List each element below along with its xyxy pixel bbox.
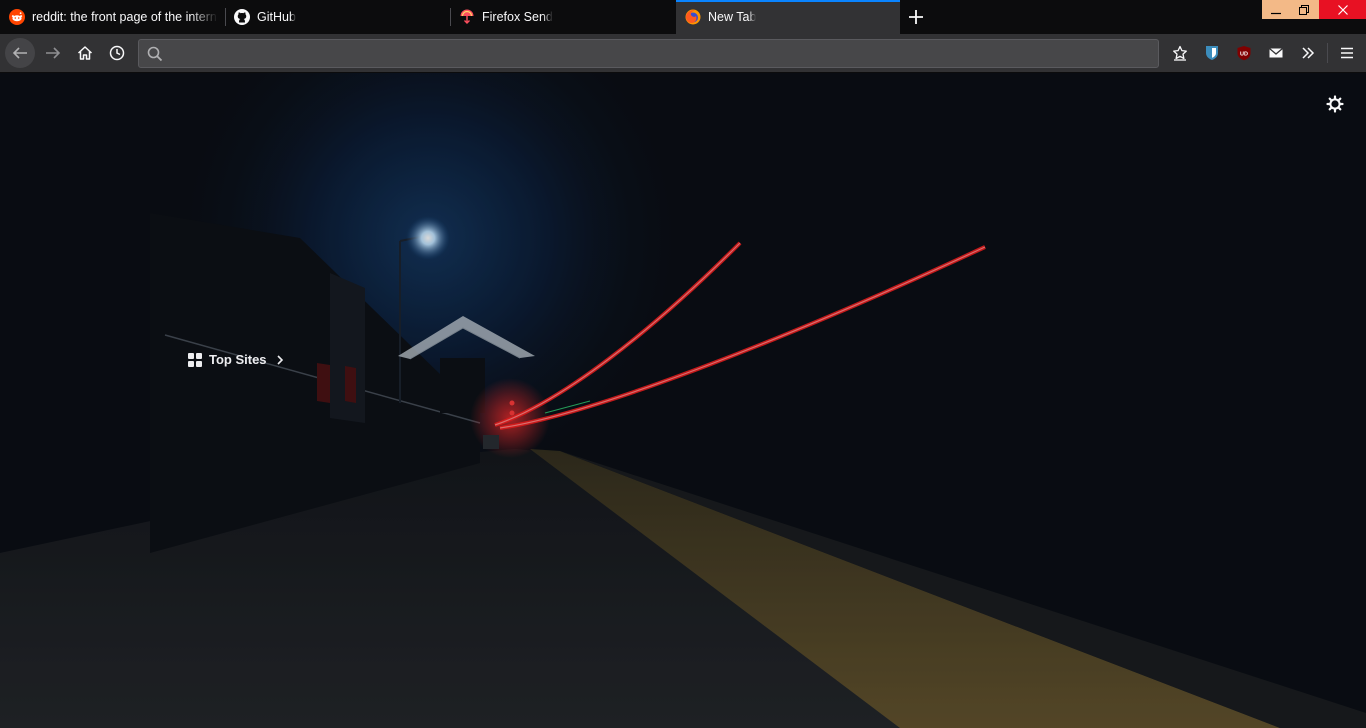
tab-title: New Tab	[708, 10, 757, 24]
tab-new-tab[interactable]: New Tab	[676, 0, 900, 34]
window-controls	[1262, 0, 1366, 19]
overflow-menu-button[interactable]	[1296, 41, 1320, 65]
plus-icon	[909, 10, 923, 24]
firefox-icon	[685, 9, 701, 25]
search-icon	[147, 46, 163, 67]
tab-title: Firefox Send	[482, 10, 553, 24]
svg-text:UD: UD	[1240, 52, 1248, 58]
bitwarden-icon	[1206, 46, 1218, 60]
chevron-right-icon	[276, 354, 283, 365]
close-icon	[1337, 4, 1348, 15]
navigation-toolbar: UD	[0, 34, 1366, 73]
hamburger-menu-icon	[1341, 47, 1353, 59]
gear-icon	[1326, 95, 1344, 113]
top-sites-label: Top Sites	[209, 352, 267, 367]
forward-arrow-icon	[46, 47, 61, 59]
restore-button[interactable]	[1289, 0, 1319, 19]
back-arrow-icon	[12, 47, 27, 59]
bookmarks-button[interactable]	[1168, 41, 1192, 65]
forward-button[interactable]	[38, 38, 68, 68]
tab-firefox-send[interactable]: Firefox Send	[451, 0, 675, 34]
minimize-button[interactable]	[1262, 0, 1289, 19]
restore-icon	[1299, 4, 1309, 15]
top-sites-section-toggle[interactable]: Top Sites	[188, 352, 284, 367]
top-sites-grid-icon	[188, 352, 202, 367]
home-icon	[77, 46, 93, 60]
ublock-origin-button[interactable]: UD	[1232, 41, 1256, 65]
bitwarden-button[interactable]	[1200, 41, 1224, 65]
reddit-icon	[9, 9, 25, 25]
main-menu-button[interactable]	[1335, 41, 1359, 65]
back-button[interactable]	[5, 38, 35, 68]
tab-reddit[interactable]: reddit: the front page of the internet	[0, 0, 224, 34]
bookmark-star-icon	[1173, 45, 1187, 61]
tab-title: GitHub	[257, 10, 296, 24]
tab-title: reddit: the front page of the internet	[32, 10, 218, 24]
url-bar[interactable]	[138, 39, 1159, 68]
tab-github[interactable]: GitHub	[226, 0, 450, 34]
wallpaper-image	[0, 73, 1366, 728]
new-tab-button[interactable]	[902, 3, 930, 31]
overflow-chevron-icon	[1302, 47, 1315, 59]
home-button[interactable]	[70, 38, 100, 68]
github-icon	[234, 9, 250, 25]
ublock-origin-icon: UD	[1237, 46, 1251, 61]
url-input[interactable]	[169, 40, 1149, 67]
toolbar-separator	[1327, 43, 1328, 63]
history-button[interactable]	[102, 38, 132, 68]
customize-settings-button[interactable]	[1325, 94, 1345, 114]
mail-icon	[1269, 48, 1283, 58]
mail-button[interactable]	[1264, 41, 1288, 65]
tab-strip: reddit: the front page of the internet G…	[0, 0, 1366, 34]
minimize-icon	[1270, 12, 1281, 14]
history-clock-icon	[109, 45, 125, 61]
firefox-send-icon	[459, 9, 475, 25]
new-tab-page: Top Sites	[0, 73, 1366, 728]
close-window-button[interactable]	[1319, 0, 1366, 19]
